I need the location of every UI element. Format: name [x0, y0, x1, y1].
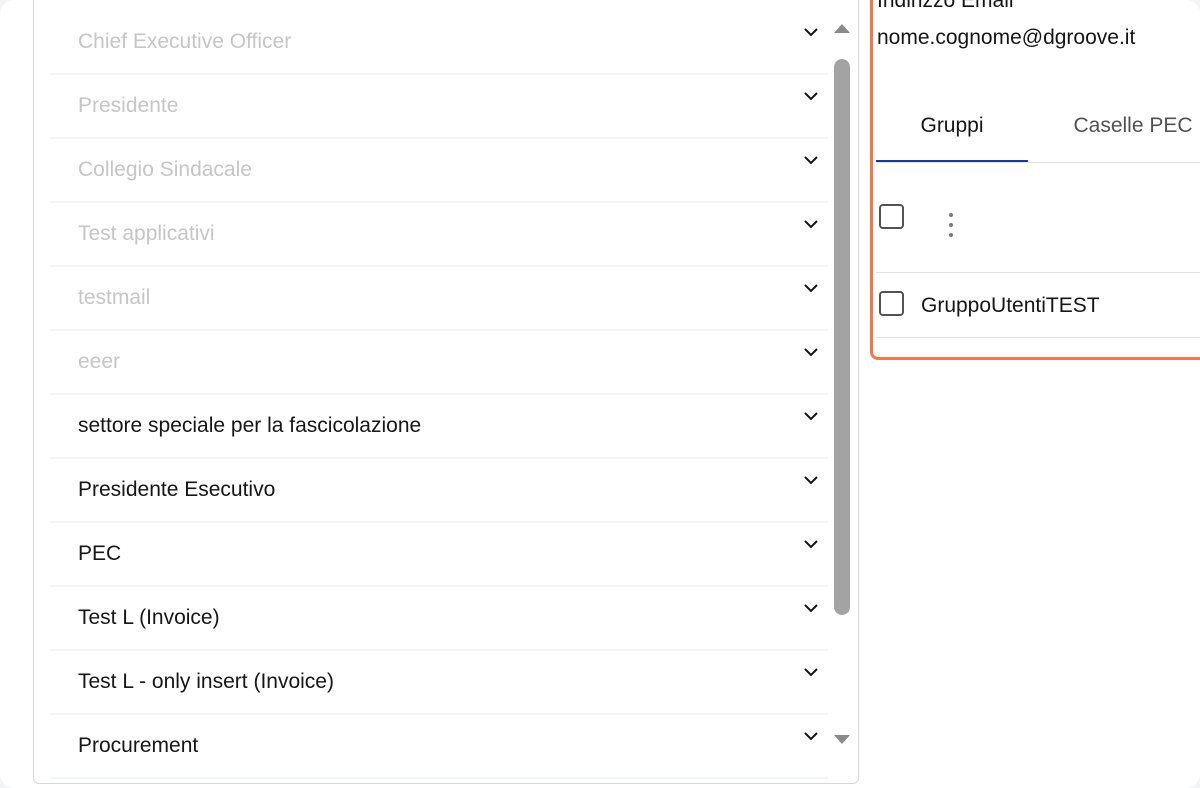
list-item-label: Presidente: [78, 94, 179, 117]
list-item[interactable]: Collegio Sindacale: [50, 139, 828, 201]
list-item[interactable]: settore speciale per la fascicolazione: [50, 395, 828, 457]
row-checkbox[interactable]: [879, 291, 904, 316]
list-item[interactable]: eeer: [50, 331, 828, 393]
chevron-down-icon[interactable]: [802, 729, 820, 743]
chevron-down-icon[interactable]: [802, 601, 820, 615]
email-label: Indirizzo Email: [877, 0, 1014, 12]
list-item-label: settore speciale per la fascicolazione: [78, 414, 422, 437]
list-item-label: Test L - only insert (Invoice): [78, 670, 334, 693]
list-item[interactable]: Chief Executive Officer: [50, 11, 828, 73]
list-item[interactable]: Test applicativi: [50, 203, 828, 265]
list-item[interactable]: testmail: [50, 267, 828, 329]
chevron-down-icon[interactable]: [802, 665, 820, 679]
app-window: Chief Executive Officer Presidente Collegi…: [0, 0, 1200, 788]
list-item-label: Chief Executive Officer: [78, 30, 292, 53]
chevron-down-icon[interactable]: [802, 217, 820, 231]
list-item-label: PEC: [78, 542, 122, 565]
scroll-down-arrow-icon[interactable]: [832, 733, 852, 747]
scrollbar-thumb[interactable]: [834, 59, 850, 615]
chevron-down-icon[interactable]: [802, 473, 820, 487]
scroll-up-arrow-icon[interactable]: [832, 21, 852, 35]
select-all-checkbox[interactable]: [879, 204, 904, 229]
list-item[interactable]: Presidente Esecutivo: [50, 459, 828, 521]
list-item[interactable]: PEC: [50, 523, 828, 585]
chevron-down-icon[interactable]: [802, 345, 820, 359]
chevron-down-icon[interactable]: [802, 409, 820, 423]
group-name: GruppoUtentiTEST: [921, 294, 1100, 317]
user-detail-panel: Indirizzo Email nome.cognome@dgroove.it …: [870, 0, 1200, 360]
chevron-down-icon[interactable]: [802, 537, 820, 551]
table-header-row: [876, 162, 1200, 273]
list-item-label: Test applicativi: [78, 222, 215, 245]
email-value: nome.cognome@dgroove.it: [877, 26, 1136, 49]
role-list-panel: Chief Executive Officer Presidente Collegi…: [33, 0, 859, 784]
list-item[interactable]: Presidente: [50, 75, 828, 137]
role-list: Chief Executive Officer Presidente Collegi…: [50, 11, 828, 779]
list-item[interactable]: Procurement: [50, 715, 828, 777]
tab-gruppi[interactable]: Gruppi: [876, 90, 1028, 162]
chevron-down-icon[interactable]: [802, 89, 820, 103]
list-item-label: testmail: [78, 286, 151, 309]
chevron-down-icon[interactable]: [802, 153, 820, 167]
detail-tabs: Gruppi Caselle PEC: [876, 90, 1200, 163]
tab-caselle-pec[interactable]: Caselle PEC: [1058, 90, 1200, 162]
list-item-label: Presidente Esecutivo: [78, 478, 276, 501]
chevron-down-icon[interactable]: [802, 281, 820, 295]
list-item-label: Collegio Sindacale: [78, 158, 252, 181]
list-item-label: eeer: [78, 350, 121, 373]
overflow-menu-icon[interactable]: [947, 213, 955, 237]
list-item-label: Test L (Invoice): [78, 606, 220, 629]
table-row: GruppoUtentiTEST: [876, 273, 1200, 338]
list-item[interactable]: Test L (Invoice): [50, 587, 828, 649]
chevron-down-icon[interactable]: [802, 25, 820, 39]
list-item[interactable]: Test L - only insert (Invoice): [50, 651, 828, 713]
list-item-label: Procurement: [78, 734, 199, 757]
